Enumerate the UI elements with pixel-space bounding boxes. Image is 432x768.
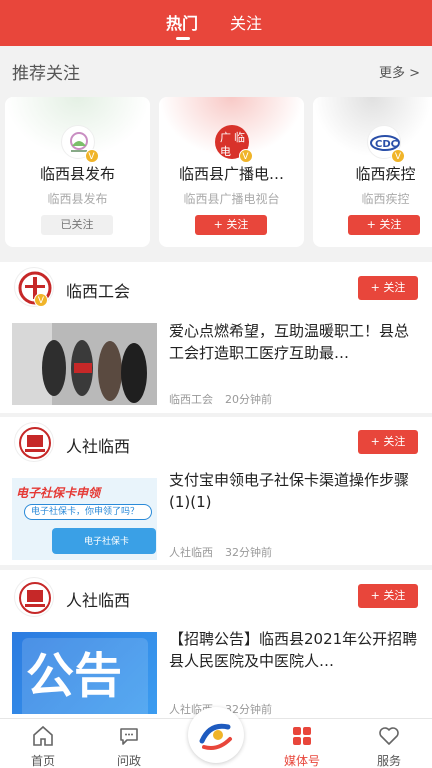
follow-button[interactable]: + 关注 [358,430,418,454]
chat-icon [120,728,138,745]
account-name[interactable]: 人社临西 [66,587,130,611]
nav-service[interactable]: 服务 [346,719,432,768]
more-link[interactable]: 更多 > [379,62,420,81]
news-time: 32分钟前 [225,546,272,559]
follow-button[interactable]: + 关注 [358,584,418,608]
thumb-text: 电子社保卡 [84,537,130,547]
heart-icon [379,727,399,745]
recommend-header: 推荐关注 更多 > [0,46,432,94]
svg-text:广: 广 [220,131,231,144]
bottom-nav: 首页 问政 媒体号 服务 [0,707,432,768]
follow-button[interactable]: + 关注 [348,215,420,235]
follow-button[interactable]: + 关注 [195,215,267,235]
news-source: 人社临西 [169,546,213,559]
card-subtitle: 临西县广播电视台 [183,192,280,206]
followed-button[interactable]: 已关注 [41,215,113,235]
svg-text:CDC: CDC [375,139,398,150]
news-thumbnail[interactable]: 公告 [12,632,157,714]
card-subtitle: 临西疾控 [361,192,410,206]
news-thumbnail[interactable] [12,323,157,405]
nav-politics[interactable]: 问政 [86,719,172,768]
recommend-card[interactable]: 广临电 V 临西县广播电… 临西县广播电视台 + 关注 [159,97,304,247]
nav-label: 服务 [376,754,401,768]
news-section: V 临西工会 + 关注 爱心点燃希望，互助温暖职工！县总工会打造职工医疗互助最…… [0,262,432,413]
verified-badge-icon: V [84,149,99,163]
tab-follow[interactable]: 关注 [230,10,262,34]
svg-text:临: 临 [234,130,245,144]
nav-home[interactable]: 首页 [0,719,86,768]
nav-label: 媒体号 [283,754,320,768]
account-avatar[interactable] [14,422,54,462]
news-title[interactable]: 支付宝申领电子社保卡渠道操作步骤(1)(1) [169,469,421,513]
card-name: 临西县发布 [39,165,115,183]
thumb-text: 电子社保卡申领 [16,486,101,500]
news-source: 临西工会 [169,393,213,406]
card-name: 临西县广播电… [178,165,284,183]
card-subtitle: 临西县发布 [47,192,108,206]
verified-badge-icon: V [34,293,48,307]
home-icon [33,725,53,746]
account-avatar[interactable] [14,577,54,617]
news-section: 人社临西 + 关注 公告 【招聘公告】临西县2021年公开招聘县人民医院及中医院… [0,570,432,718]
card-name: 临西疾控 [355,165,416,183]
account-name[interactable]: 人社临西 [66,433,130,457]
tab-hot[interactable]: 热门 [166,10,198,34]
nav-label: 首页 [30,754,55,768]
news-meta: 人社临西 32分钟前 [169,544,284,560]
thumb-text: 公告 [26,648,123,704]
verified-badge-icon: V [238,149,253,163]
grid-icon [293,727,311,745]
news-title[interactable]: 爱心点燃希望，互助温暖职工！县总工会打造职工医疗互助最… [169,320,421,364]
tab-active-indicator [176,37,190,40]
top-tab-bar: 热门 关注 [0,0,432,46]
center-logo-button[interactable] [188,707,244,763]
thumb-text: 电子社保卡，你申领了吗？ [24,504,152,520]
nav-media[interactable]: 媒体号 [259,719,345,768]
follow-button[interactable]: + 关注 [358,276,418,300]
account-name[interactable]: 临西工会 [66,278,130,302]
verified-badge-icon: V [391,149,405,163]
recommend-title: 推荐关注 [12,64,80,84]
news-time: 20分钟前 [225,393,272,406]
news-section: 人社临西 + 关注 电子社保卡申领 电子社保卡，你申领了吗？ 电子社保卡 支付宝… [0,417,432,565]
news-thumbnail[interactable]: 电子社保卡申领 电子社保卡，你申领了吗？ 电子社保卡 [12,478,157,560]
news-title[interactable]: 【招聘公告】临西县2021年公开招聘县人民医院及中医院人… [169,628,421,672]
recommend-card[interactable]: V 临西县发布 临西县发布 已关注 [5,97,150,247]
nav-label: 问政 [116,754,141,768]
center-logo-icon [190,709,242,761]
recommend-card[interactable]: CDC V 临西疾控 临西疾控 + 关注 [313,97,432,247]
news-meta: 临西工会 20分钟前 [169,391,284,407]
